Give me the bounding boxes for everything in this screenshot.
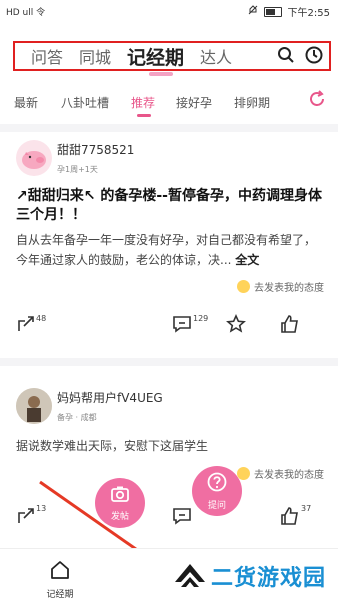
user-meta: 备孕 · 成都 xyxy=(57,413,97,422)
status-bar: HD ull 令 下午2:55 xyxy=(0,0,338,24)
post-body[interactable]: 自从去年备孕一年一度没有好孕，对自己都没有希望了，今年通过家人的鼓励，老公的体谅… xyxy=(16,230,326,270)
sub-nav: 最新 八卦吐槽 推荐 接好孕 排卵期 xyxy=(0,90,338,117)
post-body[interactable]: 据说数学难出天际，安慰下这届学生 xyxy=(16,436,326,456)
subtab-recommend[interactable]: 推荐 xyxy=(131,94,155,111)
signal-indicators: HD ull 令 xyxy=(6,8,46,18)
home-icon xyxy=(49,561,71,585)
share-icon[interactable] xyxy=(16,314,36,338)
avatar[interactable] xyxy=(16,140,52,176)
top-nav: 问答 同城 记经期 达人 xyxy=(13,41,331,76)
subtab-gossip[interactable]: 八卦吐槽 xyxy=(61,94,109,111)
like-icon[interactable] xyxy=(280,314,300,338)
subtab-ovulation[interactable]: 排卵期 xyxy=(234,94,270,111)
comment-count: 129 xyxy=(193,314,209,323)
divider xyxy=(0,124,338,132)
post-title[interactable]: ↗甜甜归来↖ 的备孕楼--暂停备孕，中药调理身体三个月！！ xyxy=(16,187,326,225)
watermark-text: 二货游戏园 xyxy=(210,566,326,591)
search-icon[interactable] xyxy=(277,46,295,68)
watermark: 二货游戏园 xyxy=(173,560,326,592)
post-actions: 48 129 xyxy=(0,314,338,344)
subtab-latest[interactable]: 最新 xyxy=(14,94,38,111)
post-card[interactable]: 甜甜7758521 孕1周+1天 ↗甜甜归来↖ 的备孕楼--暂停备孕，中药调理身… xyxy=(0,132,338,356)
bottom-nav-label: 记经期 xyxy=(46,590,74,600)
attitude-label: 去发表我的态度 xyxy=(254,283,324,294)
tab-daren[interactable]: 达人 xyxy=(200,44,232,68)
share-icon[interactable] xyxy=(16,506,36,530)
watermark-logo-icon xyxy=(173,560,207,592)
share-count: 48 xyxy=(36,314,47,323)
post-excerpt: 自从去年备孕一年一度没有好孕，对自己都没有希望了，今年通过家人的鼓励，老公的体谅… xyxy=(16,233,317,267)
question-icon xyxy=(207,472,227,496)
user-meta: 孕1周+1天 xyxy=(57,165,98,174)
attitude-prompt[interactable]: 去发表我的态度 xyxy=(237,279,324,294)
like-count: 37 xyxy=(301,504,312,513)
tab-wenda[interactable]: 问答 xyxy=(31,44,63,68)
comment-icon[interactable] xyxy=(172,314,192,338)
subtab-conceive[interactable]: 接好孕 xyxy=(176,94,212,111)
ask-fab-button[interactable]: 提问 xyxy=(192,466,242,516)
full-text-link[interactable]: 全文 xyxy=(235,253,259,267)
battery-icon xyxy=(263,6,282,17)
status-right: 下午2:55 xyxy=(248,4,330,19)
username[interactable]: 甜甜7758521 xyxy=(57,141,134,158)
tab-jijingqi[interactable]: 记经期 xyxy=(127,43,184,76)
refresh-icon[interactable] xyxy=(308,90,326,112)
smile-emoji-icon xyxy=(237,280,250,293)
like-icon[interactable] xyxy=(280,506,300,530)
ask-fab-label: 提问 xyxy=(207,500,226,511)
username[interactable]: 妈妈帮用户fV4UEG xyxy=(57,389,163,406)
active-subtab-indicator xyxy=(137,114,151,117)
attitude-prompt[interactable]: 去发表我的态度 xyxy=(237,466,324,481)
star-icon[interactable] xyxy=(226,314,246,338)
bottom-nav-jijingqi[interactable]: 记经期 xyxy=(35,559,85,600)
avatar[interactable] xyxy=(16,388,52,424)
clock-time: 下午2:55 xyxy=(287,8,330,19)
mute-icon xyxy=(248,5,258,18)
divider xyxy=(0,358,338,366)
clock-icon[interactable] xyxy=(305,46,323,68)
attitude-label: 去发表我的态度 xyxy=(254,470,324,481)
tab-tongcheng[interactable]: 同城 xyxy=(79,44,111,68)
